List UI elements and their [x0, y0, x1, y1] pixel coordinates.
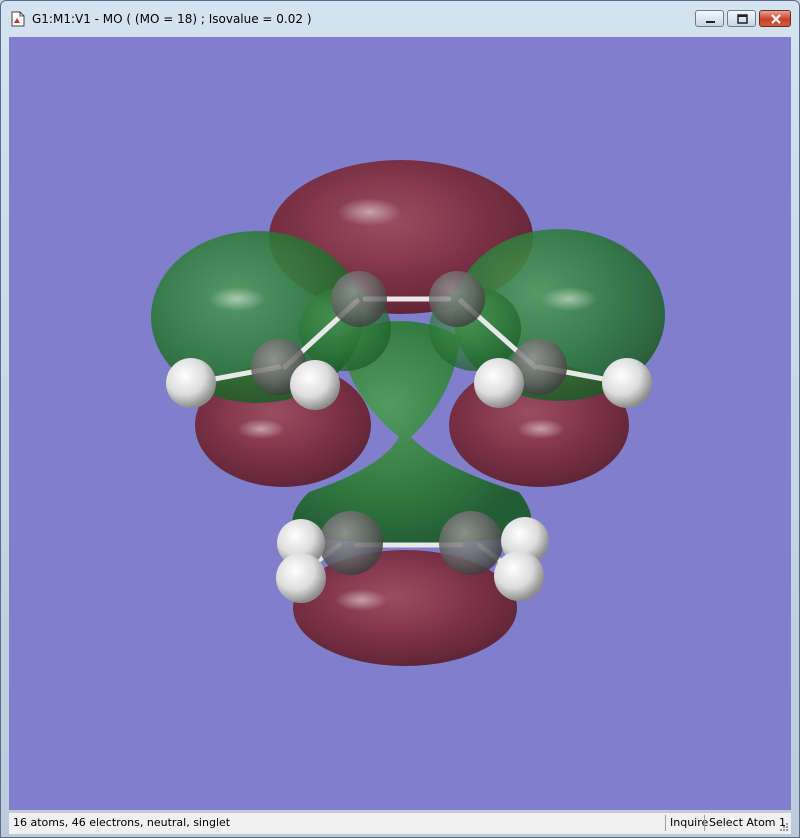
- atom-hydrogen[interactable]: [276, 553, 326, 603]
- molecule-viewport[interactable]: [9, 37, 791, 810]
- atom-carbon[interactable]: [331, 271, 387, 327]
- resize-grip-icon[interactable]: [779, 822, 789, 832]
- selection-status: Select Atom 1: [709, 816, 787, 829]
- atom-hydrogen[interactable]: [494, 551, 544, 601]
- minimize-icon: [706, 21, 715, 23]
- molecule-info: 16 atoms, 46 electrons, neutral, singlet: [13, 816, 231, 829]
- atom-hydrogen[interactable]: [290, 360, 340, 410]
- specular-highlight: [517, 419, 565, 439]
- status-separator: [704, 815, 705, 831]
- title-bar[interactable]: G1:M1:V1 - MO ( (MO = 18) ; Isovalue = 0…: [1, 1, 799, 37]
- gaussview-window: G1:M1:V1 - MO ( (MO = 18) ; Isovalue = 0…: [0, 0, 800, 838]
- atom-carbon[interactable]: [439, 511, 503, 575]
- specular-highlight: [237, 419, 285, 439]
- atom-carbon[interactable]: [319, 511, 383, 575]
- close-icon: [771, 14, 781, 24]
- close-button[interactable]: [759, 10, 791, 27]
- specular-highlight: [209, 287, 265, 311]
- atom-hydrogen[interactable]: [474, 358, 524, 408]
- atom-hydrogen[interactable]: [166, 358, 216, 408]
- document-icon[interactable]: [10, 11, 26, 27]
- status-bar: 16 atoms, 46 electrons, neutral, singlet…: [9, 812, 791, 834]
- specular-highlight: [541, 287, 597, 311]
- minimize-button[interactable]: [695, 10, 724, 27]
- status-separator: [665, 815, 666, 831]
- mouse-mode: Inquire: [670, 816, 709, 829]
- maximize-icon: [737, 14, 748, 24]
- maximize-button[interactable]: [727, 10, 756, 27]
- window-title: G1:M1:V1 - MO ( (MO = 18) ; Isovalue = 0…: [32, 12, 312, 26]
- atom-carbon[interactable]: [429, 271, 485, 327]
- specular-highlight: [335, 589, 387, 611]
- specular-highlight: [337, 198, 401, 226]
- orbital-render[interactable]: [9, 37, 791, 810]
- atom-hydrogen[interactable]: [602, 358, 652, 408]
